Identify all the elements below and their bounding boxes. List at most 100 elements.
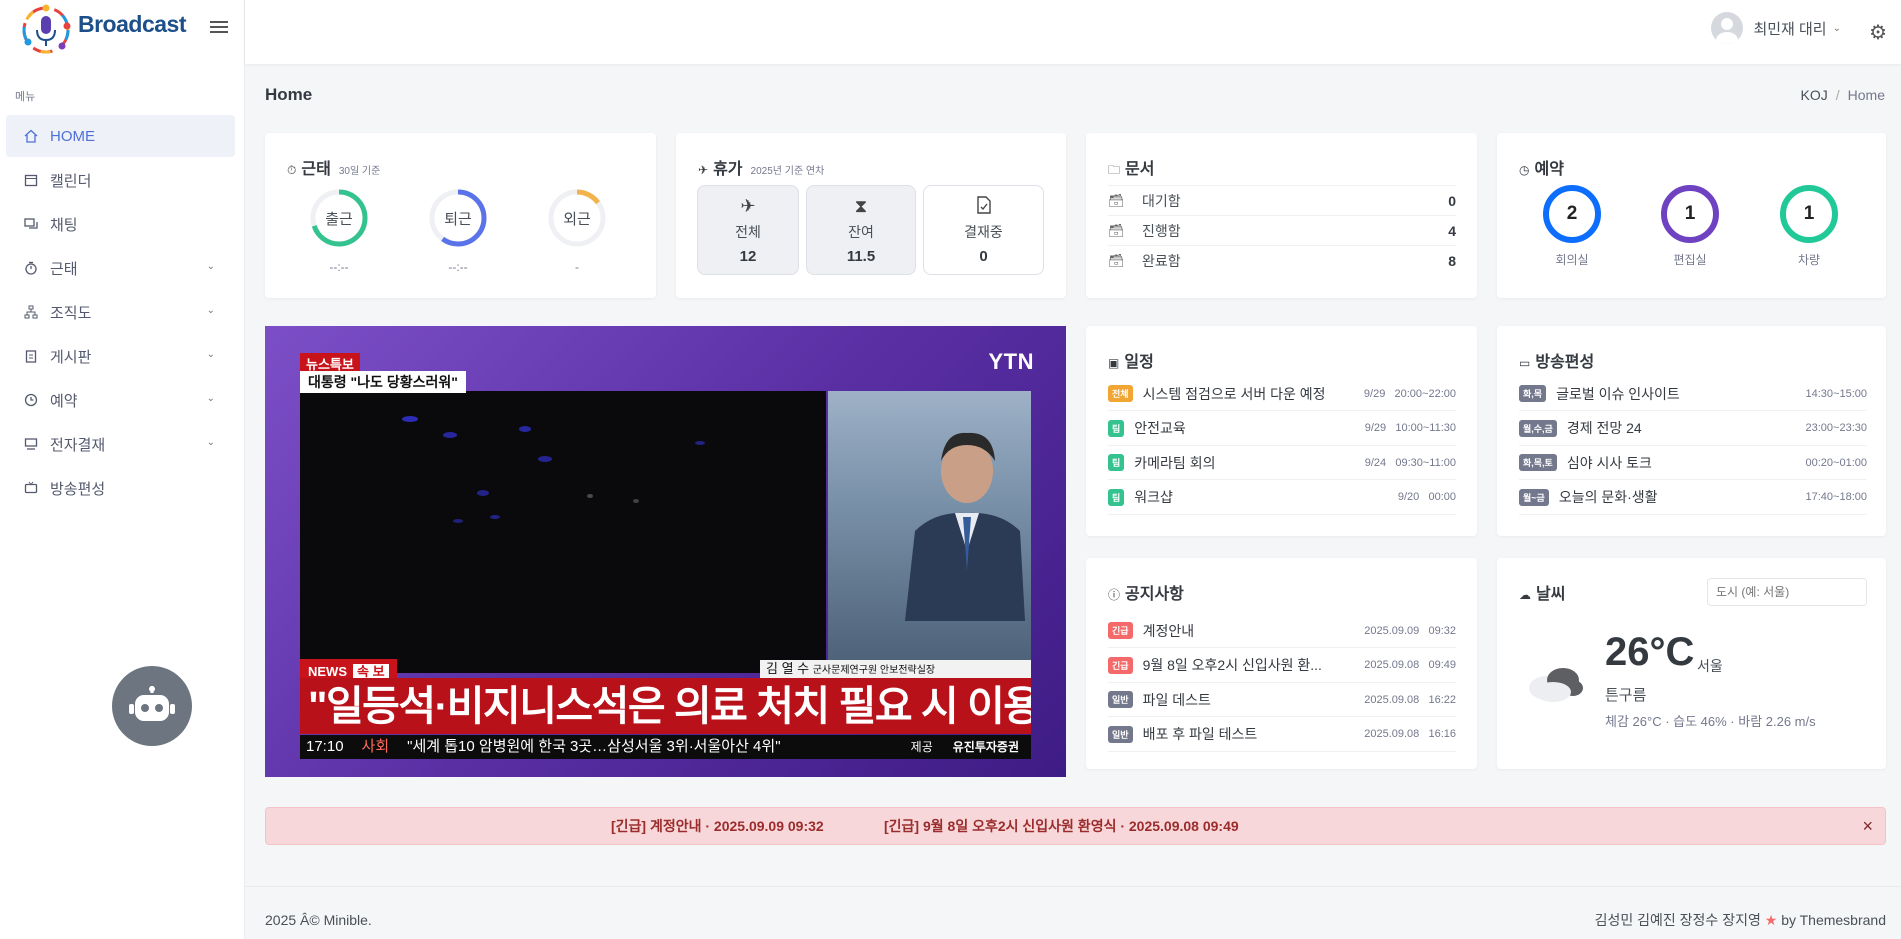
notices-title: ⓘ 공지사항 bbox=[1108, 586, 1184, 603]
user-menu[interactable]: 최민재 대리 ⌄ bbox=[1711, 12, 1841, 44]
clipboard-icon bbox=[23, 349, 38, 364]
sidebar-item-approval[interactable]: 전자결재 ⌄ bbox=[6, 423, 235, 465]
list-item[interactable]: 팀 안전교육 9/29 10:00~11:30 bbox=[1108, 412, 1456, 446]
item-date: 2025.09.08 16:16 bbox=[1364, 728, 1456, 740]
list-item[interactable]: 화,목 글로벌 이슈 인사이트 14:30~15:00 bbox=[1519, 377, 1867, 411]
logo[interactable]: Broadcast bbox=[20, 0, 186, 60]
calendar-icon bbox=[23, 173, 38, 188]
attendance-label: 출근 bbox=[325, 211, 353, 228]
vacation-pending[interactable]: 결재중 0 bbox=[923, 185, 1044, 275]
item-title: 시스템 점검으로 서버 다운 예정 bbox=[1142, 385, 1326, 402]
breadcrumb: KOJ / Home bbox=[1800, 87, 1885, 103]
sidebar-item-reservation[interactable]: 예약 ⌄ bbox=[6, 379, 235, 421]
file-check-icon bbox=[924, 196, 1043, 216]
doc-row-progress[interactable]: 🗃 진행함 4 bbox=[1108, 215, 1456, 245]
attendance-ring: 퇴근 --:-- bbox=[428, 188, 488, 274]
list-item[interactable]: 팀 카메라팀 회의 9/24 09:30~11:00 bbox=[1108, 446, 1456, 480]
list-item[interactable]: 일반 파일 데스트 2025.09.08 16:22 bbox=[1108, 683, 1456, 717]
sidebar-item-broadcast[interactable]: 방송편성 bbox=[6, 467, 235, 509]
item-title: 배포 후 파일 테스트 bbox=[1142, 726, 1258, 742]
chevron-down-icon: ⌄ bbox=[1832, 22, 1841, 34]
reservation-edit-room-count[interactable]: 1 bbox=[1661, 185, 1719, 243]
timer-icon bbox=[23, 261, 38, 276]
attendance-value: --:-- bbox=[448, 260, 468, 274]
status-badge: 긴급 bbox=[1108, 622, 1133, 639]
news-video-player[interactable]: 뉴스특보 대통령 "나도 당황스러워" YTN 김 열 수 군사문제연구원 안보… bbox=[265, 326, 1066, 777]
urgent-alert-banner: [긴급] 계정안내 · 2025.09.09 09:32 [긴급] 9월 8일 … bbox=[265, 807, 1886, 845]
cloud-sun-icon: ☁ bbox=[1519, 588, 1531, 602]
alert-item[interactable]: [긴급] 9월 8일 오후2시 신입사원 환영식 · 2025.09.08 09… bbox=[884, 808, 1239, 844]
item-title: 워크샵 bbox=[1134, 489, 1173, 505]
schedule-title: ▣ 일정 bbox=[1108, 354, 1154, 371]
archive-icon: 🗃 bbox=[1108, 222, 1125, 238]
sidebar-item-calendar[interactable]: 캘린더 bbox=[6, 159, 235, 201]
sidebar-item-label: 조직도 bbox=[50, 304, 92, 322]
status-badge: 일반 bbox=[1108, 691, 1133, 708]
chevron-down-icon: ⌄ bbox=[206, 393, 215, 404]
list-item[interactable]: 긴급 계정안내 2025.09.09 09:32 bbox=[1108, 614, 1456, 648]
doc-row-waiting[interactable]: 🗃 대기함 0 bbox=[1108, 185, 1456, 215]
footer: 2025 Â© Minible. 김성민 김예진 장정수 장지영 ★ by Th… bbox=[245, 886, 1901, 939]
sidebar-item-board[interactable]: 게시판 ⌄ bbox=[6, 335, 235, 377]
anchor-name-bar: 김 열 수 군사문제연구원 안보전략실장 bbox=[760, 660, 1031, 678]
sidebar-item-org[interactable]: 조직도 ⌄ bbox=[6, 291, 235, 333]
list-item[interactable]: 월,수,금 경제 전망 24 23:00~23:30 bbox=[1519, 412, 1867, 446]
city-search-input[interactable] bbox=[1707, 578, 1867, 606]
status-badge: 긴급 bbox=[1108, 656, 1133, 674]
folder-icon: 🗀 bbox=[1108, 163, 1121, 177]
channel-logo: YTN bbox=[988, 349, 1034, 374]
close-icon[interactable]: × bbox=[1862, 808, 1873, 844]
footer-copyright: 2025 Â© Minible. bbox=[265, 912, 372, 928]
attendance-ring: 출근 --:-- bbox=[309, 188, 369, 274]
status-badge: 화,목 bbox=[1519, 385, 1547, 402]
robot-icon bbox=[129, 686, 175, 721]
tv-icon: ▭ bbox=[1519, 356, 1531, 370]
item-title: 글로벌 이슈 인사이트 bbox=[1556, 385, 1680, 402]
broadcast-title: ▭ 방송편성 bbox=[1519, 354, 1595, 371]
list-item[interactable]: 팀 워크샵 9/20 00:00 bbox=[1108, 481, 1456, 515]
list-item[interactable]: 화,목,토 심야 시사 토크 00:20~01:00 bbox=[1519, 446, 1867, 480]
chat-icon bbox=[23, 217, 38, 232]
weather-city: 서울 bbox=[1697, 658, 1723, 674]
gear-icon[interactable]: ⚙ bbox=[1869, 20, 1887, 45]
menu-toggle-icon[interactable] bbox=[210, 18, 228, 34]
list-item[interactable]: 전체 시스템 점검으로 서버 다운 예정 9/29 20:00~22:00 bbox=[1108, 377, 1456, 411]
sidebar-item-attendance[interactable]: 근태 ⌄ bbox=[6, 247, 235, 289]
news-headline: "일등석·비지니스석은 의료 처치 필요 시 이용" bbox=[300, 678, 1031, 734]
item-date: 9/20 00:00 bbox=[1397, 491, 1456, 503]
menu-title: 메뉴 bbox=[15, 91, 36, 103]
status-badge: 전체 bbox=[1108, 385, 1133, 402]
sidebar-item-label: 근태 bbox=[50, 260, 78, 278]
reservation-vehicle-count[interactable]: 1 bbox=[1780, 185, 1838, 243]
list-item[interactable]: 긴급 9월 8일 오후2시 신입사원 환... 2025.09.08 09:49 bbox=[1108, 649, 1456, 683]
logo-text: Broadcast bbox=[78, 10, 186, 37]
vacation-total[interactable]: ✈ 전체 12 bbox=[697, 185, 799, 275]
plane-icon: ✈ bbox=[698, 163, 709, 177]
sidebar-item-label: 방송편성 bbox=[50, 480, 106, 498]
chatbot-button[interactable] bbox=[112, 666, 192, 746]
weather-details: 체감 26°C · 습도 46% · 바람 2.26 m/s bbox=[1605, 714, 1816, 729]
breadcrumb-current: Home bbox=[1847, 87, 1885, 103]
vacation-remaining[interactable]: ⧗ 잔여 11.5 bbox=[806, 185, 916, 275]
status-badge: 화,목,토 bbox=[1519, 454, 1557, 471]
item-date: 9/29 20:00~22:00 bbox=[1363, 387, 1456, 400]
sidebar-item-home[interactable]: HOME bbox=[6, 115, 235, 157]
sidebar-item-chat[interactable]: 채팅 bbox=[6, 203, 235, 245]
home-icon bbox=[23, 129, 38, 144]
alert-item[interactable]: [긴급] 계정안내 · 2025.09.09 09:32 bbox=[611, 808, 824, 844]
documents-card: 🗀 문서 🗃 대기함 0 🗃 진행함 4 🗃 완료함 8 bbox=[1086, 133, 1477, 298]
info-icon: ⓘ bbox=[1108, 588, 1121, 602]
item-title: 안전교육 bbox=[1134, 420, 1186, 436]
video-scene-lights bbox=[402, 416, 705, 523]
list-item[interactable]: 월~금 오늘의 문화·생활 17:40~18:00 bbox=[1519, 481, 1867, 515]
sidebar-item-label: 캘린더 bbox=[50, 172, 92, 190]
chevron-down-icon: ⌄ bbox=[206, 261, 215, 272]
list-item[interactable]: 일반 배포 후 파일 테스트 2025.09.08 16:16 bbox=[1108, 718, 1456, 752]
broadcast-card: ▭ 방송편성 화,목 글로벌 이슈 인사이트 14:30~15:00 월,수,금 경제 전… bbox=[1497, 326, 1886, 536]
item-date: 9/24 09:30~11:00 bbox=[1364, 456, 1456, 469]
item-date: 2025.09.09 09:32 bbox=[1364, 624, 1456, 637]
doc-row-complete[interactable]: 🗃 완료함 8 bbox=[1108, 245, 1456, 275]
reservation-meeting-room-count[interactable]: 2 bbox=[1543, 185, 1601, 243]
breadcrumb-item[interactable]: KOJ bbox=[1801, 87, 1828, 103]
attendance-card: ⏱ 근태 30일 기준 출근 --:-- 퇴근 --:-- 외근 - bbox=[265, 133, 656, 298]
